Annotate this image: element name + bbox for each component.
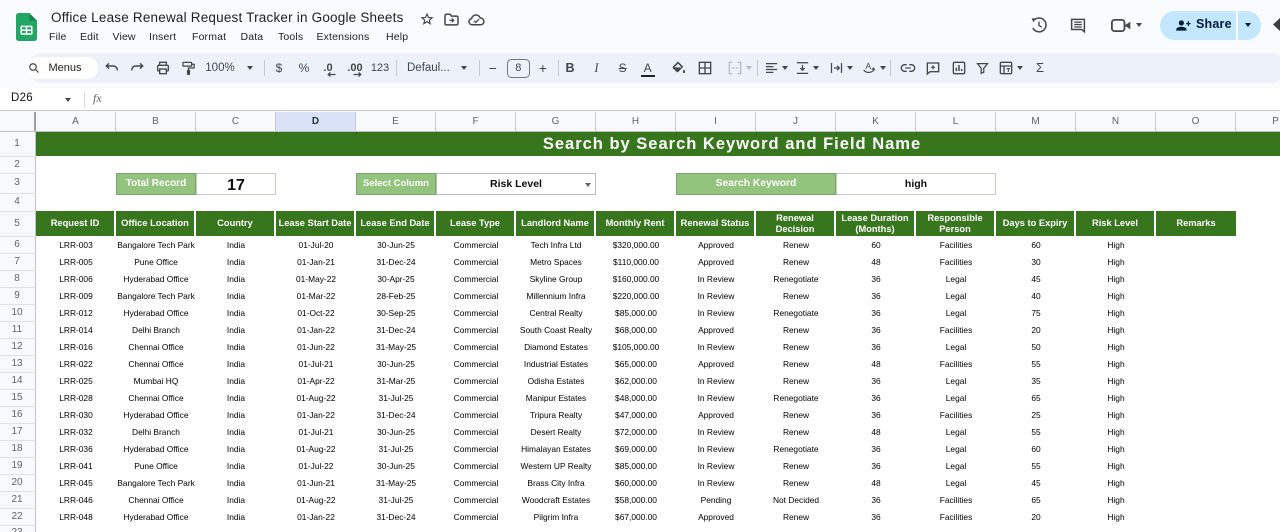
svg-text:A: A <box>865 61 871 71</box>
